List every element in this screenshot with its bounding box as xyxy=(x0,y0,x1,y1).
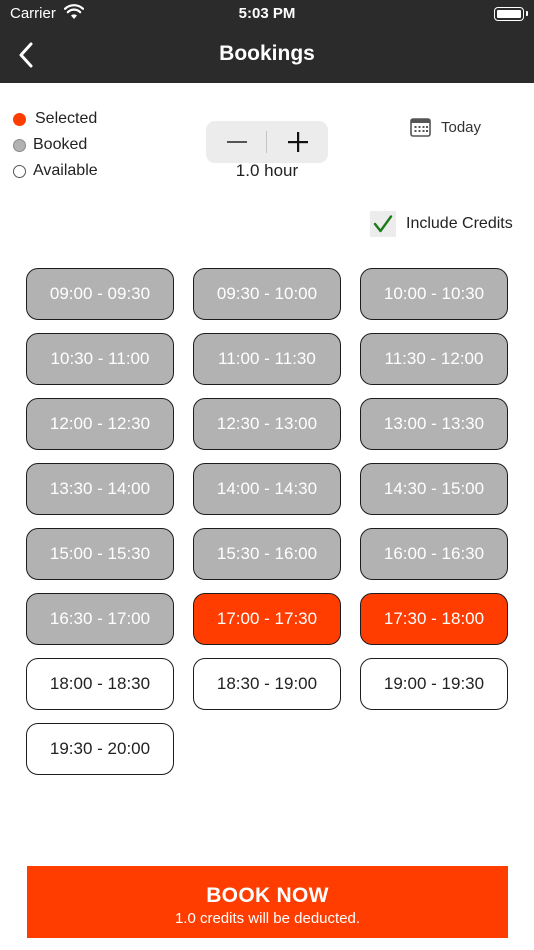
time-slot[interactable]: 11:30 - 12:00 xyxy=(360,333,508,385)
today-label: Today xyxy=(441,118,482,136)
time-slot[interactable]: 11:00 - 11:30 xyxy=(193,333,341,385)
time-slot[interactable]: 17:00 - 17:30 xyxy=(193,593,341,645)
time-slot[interactable]: 15:30 - 16:00 xyxy=(193,528,341,580)
stepper-divider xyxy=(266,131,267,153)
time-slot[interactable]: 19:30 - 20:00 xyxy=(26,723,174,775)
include-credits-checkbox[interactable] xyxy=(370,211,396,237)
time-slot[interactable]: 09:30 - 10:00 xyxy=(193,268,341,320)
time-slot[interactable]: 09:00 - 09:30 xyxy=(26,268,174,320)
legend-available: Available xyxy=(13,158,98,184)
battery-icon xyxy=(494,7,528,21)
time-slot[interactable]: 14:30 - 15:00 xyxy=(360,463,508,515)
decrease-duration-button[interactable] xyxy=(206,121,267,163)
include-credits-label: Include Credits xyxy=(406,215,513,232)
legend: Selected Booked Available xyxy=(13,106,98,184)
checkmark-icon xyxy=(373,215,393,233)
today-button[interactable]: Today xyxy=(410,117,481,137)
time-slot[interactable]: 16:30 - 17:00 xyxy=(26,593,174,645)
time-slot[interactable]: 10:30 - 11:00 xyxy=(26,333,174,385)
calendar-icon xyxy=(410,118,431,137)
time-slot[interactable]: 17:30 - 18:00 xyxy=(360,593,508,645)
legend-available-label: Available xyxy=(33,162,98,179)
legend-selected-label: Selected xyxy=(35,110,98,127)
time-slot[interactable]: 13:30 - 14:00 xyxy=(26,463,174,515)
time-slot[interactable]: 18:30 - 19:00 xyxy=(193,658,341,710)
time-slot[interactable]: 19:00 - 19:30 xyxy=(360,658,508,710)
page-title: Bookings xyxy=(219,42,315,65)
include-credits-toggle[interactable]: Include Credits xyxy=(370,211,513,237)
credits-deducted-note: 1.0 credits will be deducted. xyxy=(174,910,361,927)
legend-booked-label: Booked xyxy=(33,136,88,153)
time-slot[interactable]: 10:00 - 10:30 xyxy=(360,268,508,320)
plus-icon xyxy=(287,132,308,152)
book-now-label: BOOK NOW xyxy=(206,884,329,907)
time-slot[interactable]: 15:00 - 15:30 xyxy=(26,528,174,580)
time-slot[interactable]: 12:00 - 12:30 xyxy=(26,398,174,450)
time-slot[interactable]: 13:00 - 13:30 xyxy=(360,398,508,450)
book-now-button[interactable]: BOOK NOW 1.0 credits will be deducted. xyxy=(27,866,508,938)
legend-selected: Selected xyxy=(13,106,98,132)
selected-dot-icon xyxy=(13,112,26,126)
time-slot[interactable]: 18:00 - 18:30 xyxy=(26,658,174,710)
duration-value: 1.0 hour xyxy=(235,161,299,180)
time-slot[interactable]: 14:00 - 14:30 xyxy=(193,463,341,515)
time-slot[interactable]: 12:30 - 13:00 xyxy=(193,398,341,450)
increase-duration-button[interactable] xyxy=(267,121,328,163)
nav-bar: Bookings xyxy=(0,28,534,83)
time-slot[interactable]: 16:00 - 16:30 xyxy=(360,528,508,580)
time-slot-grid: 09:00 - 09:30 09:30 - 10:00 10:00 - 10:3… xyxy=(26,268,508,775)
duration-stepper xyxy=(206,121,328,163)
legend-booked: Booked xyxy=(13,132,98,158)
status-time: 5:03 PM xyxy=(238,5,296,22)
available-dot-icon xyxy=(13,164,26,178)
status-bar: Carrier 5:03 PM xyxy=(0,0,534,28)
minus-icon xyxy=(226,141,247,143)
booked-dot-icon xyxy=(13,138,26,152)
